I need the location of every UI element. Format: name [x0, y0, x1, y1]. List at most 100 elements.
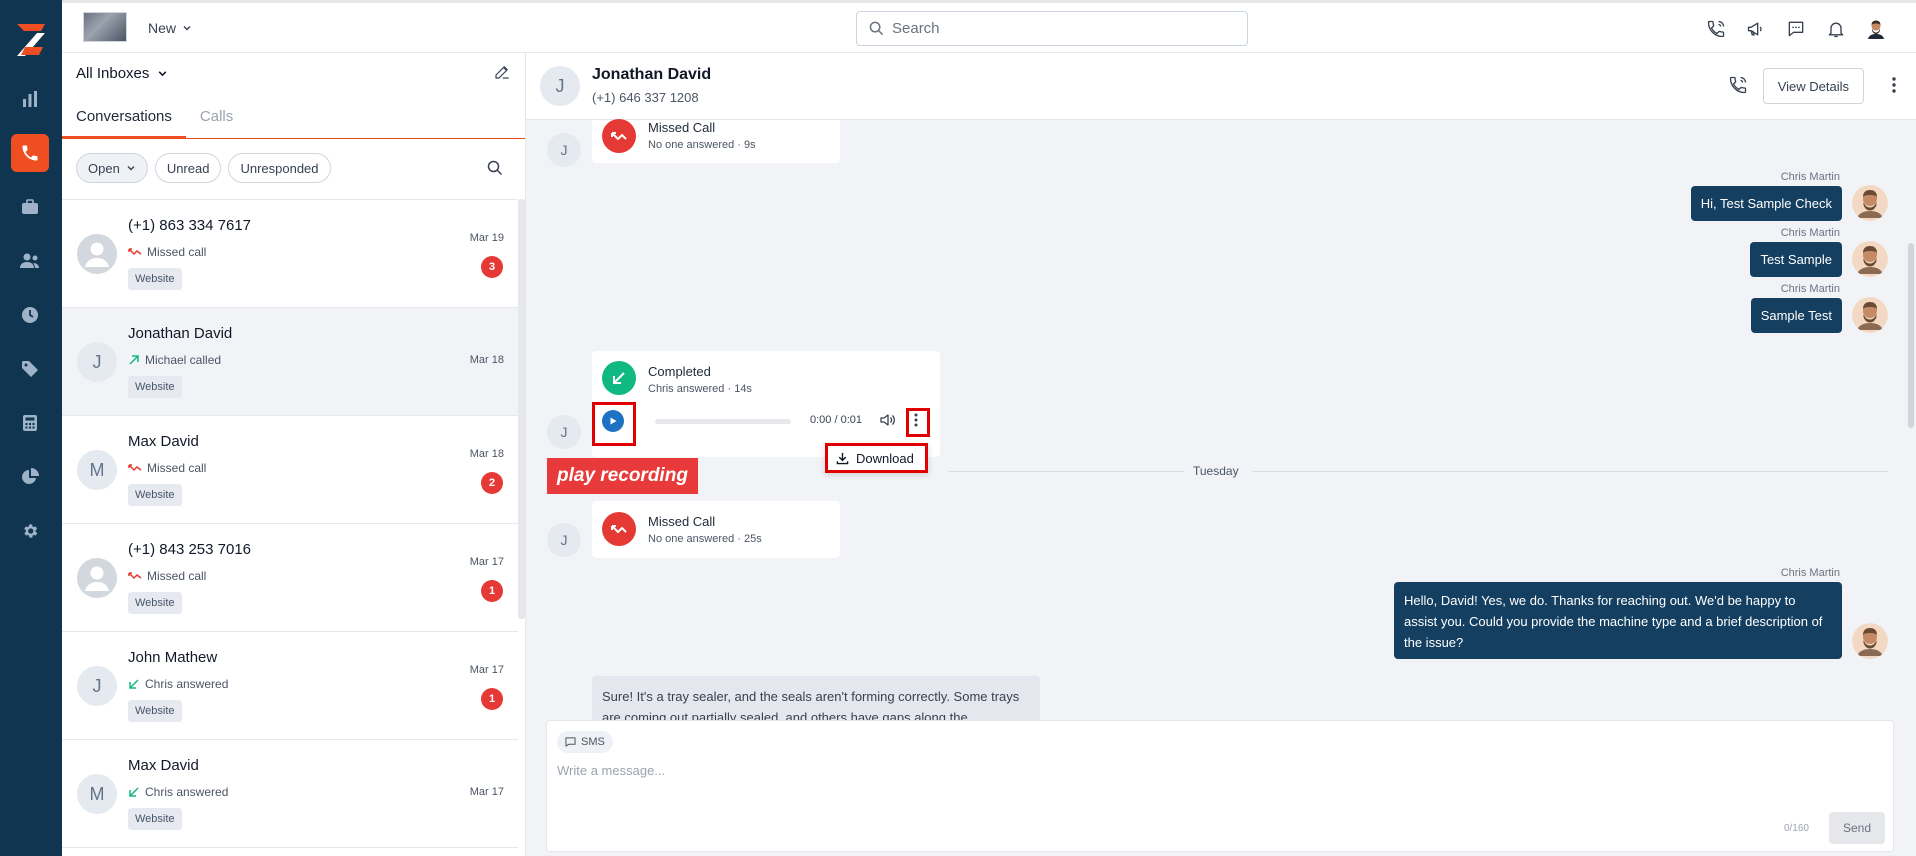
outgoing-message: Test Sample	[1750, 242, 1842, 277]
list-item[interactable]: (+1) 843 253 7016 Missed call Website Ma…	[62, 524, 518, 632]
app-rail	[0, 0, 62, 856]
channel-label: SMS	[581, 736, 605, 748]
call-status: Missed call	[128, 461, 206, 475]
contact-avatar: J	[547, 133, 581, 167]
date: Mar 18	[469, 354, 504, 366]
agent-avatar	[1852, 297, 1888, 333]
message-author: Chris Martin	[1780, 283, 1840, 295]
volume-icon[interactable]	[880, 413, 896, 427]
list-item[interactable]: M Max David Missed call Website Mar 18 2	[62, 416, 518, 524]
contact-phone: (+1) 646 337 1208	[592, 90, 699, 105]
inbox-selector[interactable]: All Inboxes	[76, 65, 168, 82]
avatar: J	[77, 342, 117, 382]
date: Mar 17	[469, 786, 504, 798]
person-placeholder-icon	[77, 234, 117, 274]
bell-icon[interactable]	[1824, 17, 1848, 41]
view-details-button[interactable]: View Details	[1762, 68, 1864, 104]
filter-unresponded[interactable]: Unresponded	[228, 153, 331, 183]
filter-open-label: Open	[88, 160, 120, 176]
day-divider: Tuesday	[1193, 464, 1239, 478]
source-tag: Website	[128, 808, 182, 830]
list-scrollbar[interactable]	[518, 199, 525, 619]
chat-bubble-icon[interactable]	[1784, 17, 1808, 41]
audio-time: 0:00 / 0:01	[810, 414, 862, 426]
nav-tags-icon[interactable]	[11, 350, 49, 388]
missed-call-icon	[602, 119, 636, 153]
download-label: Download	[856, 450, 914, 466]
list-item[interactable]: J John Mathew Chris answered Website Mar…	[62, 632, 518, 740]
nav-settings-gear-icon[interactable]	[11, 512, 49, 550]
character-counter: 0/160	[1783, 823, 1809, 834]
user-avatar[interactable]	[1864, 17, 1888, 41]
missed-call-card: Missed Call No one answered · 9s	[592, 119, 840, 163]
missed-call-icon	[128, 464, 142, 472]
contact-avatar: J	[540, 66, 580, 106]
send-button[interactable]: Send	[1829, 812, 1885, 844]
avatar: M	[77, 450, 117, 490]
missed-call-icon	[128, 572, 142, 580]
chat-panel: J Jonathan David (+1) 646 337 1208 View …	[526, 53, 1916, 856]
chat-scrollbar[interactable]	[1908, 243, 1914, 428]
top-bar: New	[62, 0, 1916, 53]
more-options-icon[interactable]	[1892, 77, 1896, 93]
call-title: Completed	[648, 364, 711, 379]
search-icon	[869, 21, 884, 36]
play-button-highlight	[592, 402, 636, 446]
download-icon	[836, 452, 849, 464]
play-recording-callout: play recording	[547, 458, 698, 494]
person-placeholder-icon	[77, 558, 117, 598]
nav-history-icon[interactable]	[11, 296, 49, 334]
download-menu-item[interactable]: Download	[825, 443, 928, 473]
nav-analytics-pie-icon[interactable]	[11, 458, 49, 496]
sms-icon	[565, 737, 576, 747]
divider	[948, 471, 1184, 472]
filter-open[interactable]: Open	[76, 153, 148, 183]
tab-conversations[interactable]: Conversations	[62, 97, 186, 138]
list-search-icon[interactable]	[487, 160, 503, 176]
search-input[interactable]	[892, 20, 1232, 37]
nav-reports-icon[interactable]	[11, 80, 49, 118]
workspace-thumbnail[interactable]	[83, 12, 127, 42]
incoming-call-icon	[129, 787, 139, 797]
conversation-list-panel: All Inboxes Conversations Calls Open Unr…	[62, 53, 526, 856]
missed-call-icon	[602, 512, 636, 546]
call-title: Missed Call	[648, 514, 716, 529]
date: Mar 17	[469, 664, 504, 676]
call-log-icon[interactable]	[1704, 17, 1728, 41]
list-item[interactable]: M Max David Chris answered Website Mar 1…	[62, 740, 518, 848]
global-search[interactable]	[856, 11, 1248, 46]
tab-calls[interactable]: Calls	[186, 97, 247, 138]
call-status-text: Missed call	[147, 569, 207, 583]
chevron-down-icon	[182, 23, 192, 33]
contact-name: (+1) 863 334 7617	[128, 217, 252, 234]
list-item[interactable]: (+1) 863 334 7617 Missed call Website Ma…	[62, 200, 518, 308]
divider	[1252, 471, 1888, 472]
nav-briefcase-icon[interactable]	[11, 188, 49, 226]
compose-edit-icon[interactable]	[493, 63, 511, 81]
contact-name: (+1) 843 253 7016	[128, 541, 252, 558]
filter-unread-label: Unread	[166, 160, 210, 176]
audio-progress-bar[interactable]	[655, 419, 791, 424]
brand-logo-icon[interactable]	[11, 22, 49, 58]
filter-unread[interactable]: Unread	[154, 153, 222, 183]
incoming-reply-clip: Sure! It's a tray sealer, and the seals …	[526, 673, 1916, 720]
channel-selector[interactable]: SMS	[557, 731, 613, 753]
nav-calls-icon[interactable]	[11, 134, 49, 172]
missed-call-card: Missed Call No one answered · 25s	[592, 501, 840, 558]
megaphone-icon[interactable]	[1744, 17, 1768, 41]
source-tag: Website	[128, 592, 182, 614]
contact-name: Jonathan David	[128, 325, 233, 342]
call-status: Missed call	[128, 569, 206, 583]
call-detail: No one answered · 9s	[648, 139, 756, 151]
contact-name: Max David	[128, 433, 199, 450]
list-item[interactable]: J Jonathan David Michael called Website …	[62, 308, 518, 416]
call-contact-icon[interactable]	[1728, 75, 1748, 95]
call-status-text: Missed call	[147, 461, 207, 475]
top-icons	[1704, 17, 1888, 41]
message-input[interactable]	[557, 763, 1877, 803]
nav-contacts-icon[interactable]	[11, 242, 49, 280]
nav-calculator-icon[interactable]	[11, 404, 49, 442]
new-dropdown-button[interactable]: New	[148, 20, 192, 36]
contact-name: John Mathew	[128, 649, 218, 666]
unread-badge: 1	[481, 688, 503, 710]
